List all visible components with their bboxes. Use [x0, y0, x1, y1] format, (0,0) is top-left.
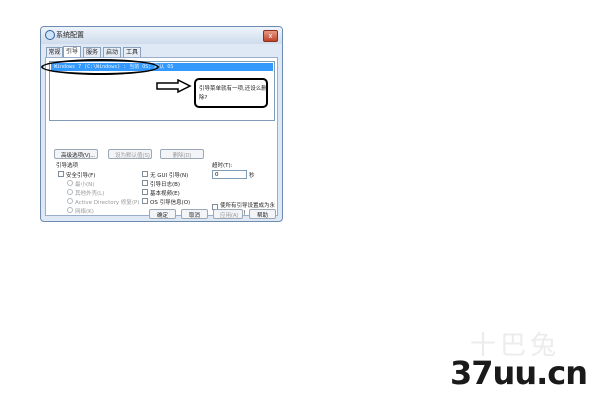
tab-tools[interactable]: 工具: [123, 47, 141, 57]
callout-box: 引导菜单就有一项,还设么删除?: [194, 78, 268, 108]
os-info-checkbox[interactable]: [142, 198, 148, 204]
tab-boot[interactable]: 引导: [63, 46, 81, 57]
timeout-input[interactable]: 0: [212, 170, 247, 179]
apply-button[interactable]: 应用(A): [213, 209, 243, 219]
set-default-button[interactable]: 设为默认值(S): [108, 149, 152, 159]
title-bar[interactable]: 系统配置 x: [41, 27, 282, 44]
no-gui-label: 无 GUI 引导(N): [150, 173, 189, 179]
timeout-label: 超时(T):: [212, 163, 233, 169]
delete-button[interactable]: 删除(D): [160, 149, 204, 159]
timeout-unit: 秒: [249, 173, 255, 179]
alternate-shell-radio[interactable]: [67, 189, 73, 195]
no-gui-checkbox[interactable]: [142, 171, 148, 177]
tab-startup[interactable]: 启动: [103, 47, 121, 57]
boot-log-checkbox[interactable]: [142, 180, 148, 186]
watermark-brand: 37uu.cn: [450, 354, 588, 392]
base-video-label: 基本视频(E): [150, 191, 180, 197]
callout-text: 引导菜单就有一项,还设么删除?: [199, 86, 267, 101]
ad-repair-radio[interactable]: [67, 198, 73, 204]
highlight-ellipse: [41, 59, 159, 75]
tab-general[interactable]: 常规: [46, 47, 63, 57]
cancel-button[interactable]: 取消: [181, 209, 208, 219]
boot-log-label: 引导日志(B): [150, 182, 181, 188]
base-video-checkbox[interactable]: [142, 189, 148, 195]
arrow-icon: [156, 79, 192, 93]
network-label: 网络(K): [75, 209, 94, 215]
ok-button[interactable]: 确定: [149, 209, 176, 219]
minimal-label: 最小(N): [75, 182, 95, 188]
safe-boot-label: 安全引导(F): [66, 173, 96, 179]
minimal-radio[interactable]: [67, 180, 73, 186]
boot-options-heading: 引导选项: [56, 163, 79, 169]
app-icon: [45, 30, 55, 40]
safe-boot-checkbox[interactable]: [58, 171, 64, 177]
tab-services[interactable]: 服务: [83, 47, 101, 57]
alternate-shell-label: 其他外壳(L): [75, 191, 105, 197]
network-radio[interactable]: [67, 207, 73, 213]
help-button[interactable]: 帮助: [249, 209, 276, 219]
window-title: 系统配置: [56, 31, 84, 39]
ad-repair-label: Active Directory 修复(P): [75, 200, 140, 206]
advanced-options-button[interactable]: 高级选项(V)...: [54, 149, 98, 159]
system-config-window: 系统配置 x 常规 引导 服务 启动 工具 Windows 7 (C:\Wind…: [40, 26, 283, 222]
close-button[interactable]: x: [263, 30, 278, 42]
os-info-label: OS 引导信息(O): [150, 200, 191, 206]
